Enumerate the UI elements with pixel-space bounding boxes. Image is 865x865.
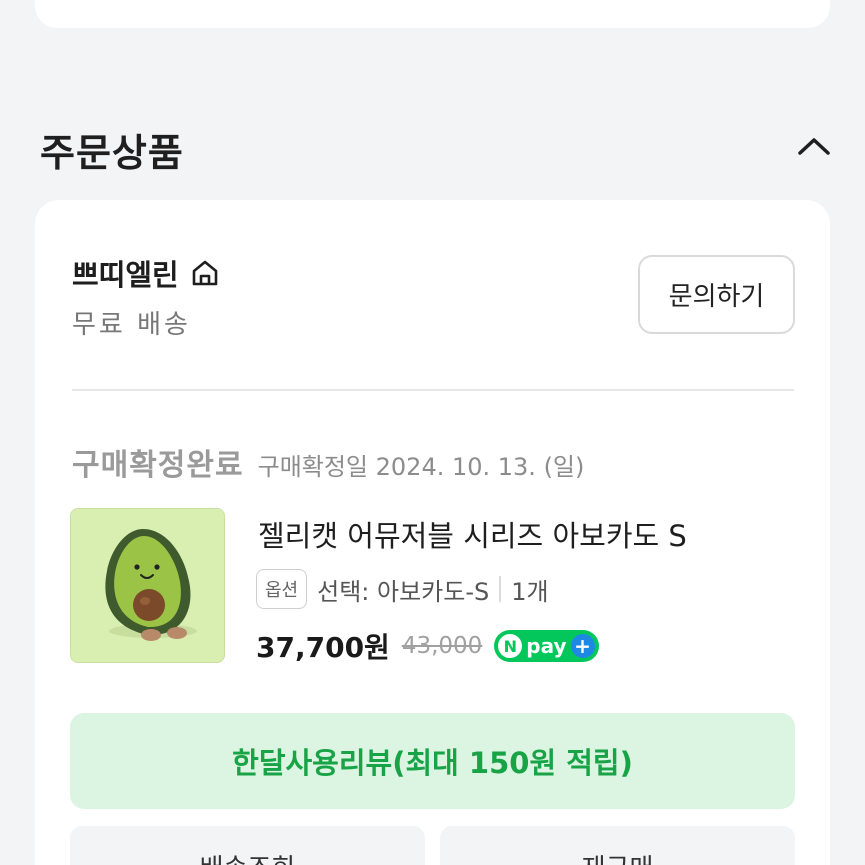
chevron-up-icon xyxy=(798,138,830,155)
npay-plus-icon: + xyxy=(570,634,595,658)
track-delivery-label: 배송조회 xyxy=(200,848,296,865)
shop-header[interactable]: 쁘띠엘린 xyxy=(72,252,221,294)
rebuy-label: 재구매 xyxy=(582,848,654,865)
product-option-row: 옵션 선택: 아보카도-S 1개 xyxy=(256,569,549,609)
original-price: 43,000 xyxy=(401,633,483,659)
sale-price: 37,700원 xyxy=(256,631,390,664)
write-review-button[interactable]: 한달사용리뷰(최대 150원 적립) xyxy=(70,713,795,809)
order-status-row: 구매확정완료 구매확정일 2024. 10. 13. (일) xyxy=(72,440,584,484)
collapse-button[interactable] xyxy=(794,128,834,164)
track-delivery-button[interactable]: 배송조회 xyxy=(70,826,425,865)
npay-label: pay xyxy=(526,634,567,658)
order-status: 구매확정완료 xyxy=(72,448,244,483)
previous-card xyxy=(35,0,830,28)
divider xyxy=(72,389,794,391)
shipping-info: 무료 배송 xyxy=(72,310,191,340)
inquiry-button[interactable]: 문의하기 xyxy=(638,255,795,334)
avocado-plush-image xyxy=(71,509,224,662)
home-icon[interactable] xyxy=(189,257,221,289)
option-badge: 옵션 xyxy=(256,569,308,609)
option-quantity: 1개 xyxy=(511,577,549,606)
npay-plus-badge: N pay + xyxy=(494,630,599,662)
rebuy-button[interactable]: 재구매 xyxy=(440,826,795,865)
product-name[interactable]: 젤리캣 어뮤저블 시리즈 아보카도 S xyxy=(258,513,687,555)
shop-name[interactable]: 쁘띠엘린 xyxy=(72,252,179,294)
npay-n-icon: N xyxy=(498,634,523,658)
option-text: 선택: 아보카도-S xyxy=(317,577,490,606)
option-separator xyxy=(499,576,502,602)
product-image[interactable] xyxy=(70,508,225,663)
confirm-date: 구매확정일 2024. 10. 13. (일) xyxy=(257,453,585,481)
price-row: 37,700원 43,000 N pay + xyxy=(256,626,599,666)
section-title: 주문상품 xyxy=(40,131,184,175)
